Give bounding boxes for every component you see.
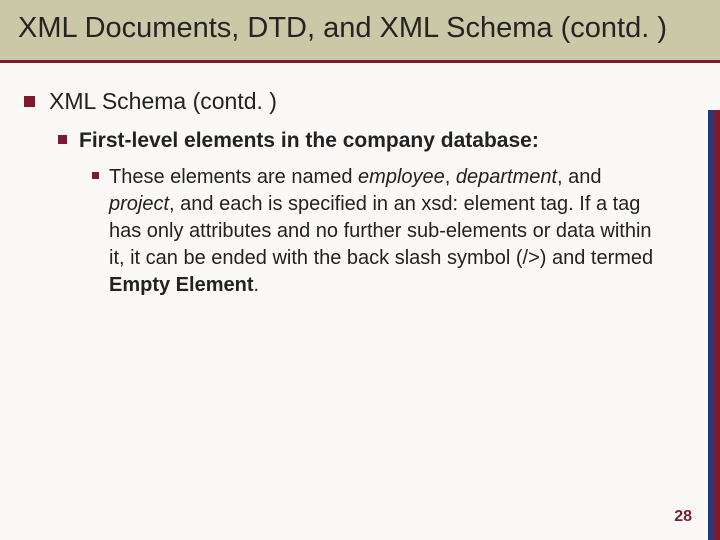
body-area: XML Schema (contd. ) First-level element… xyxy=(0,63,720,298)
square-bullet-icon xyxy=(58,135,67,144)
slide: XML Documents, DTD, and XML Schema (cont… xyxy=(0,0,720,540)
text-fragment: , and xyxy=(557,166,601,188)
page-number: 28 xyxy=(674,508,692,526)
level3-text: These elements are named employee, depar… xyxy=(109,164,669,298)
slide-title: XML Documents, DTD, and XML Schema (cont… xyxy=(18,10,702,46)
square-bullet-icon xyxy=(92,172,99,179)
text-fragment: , xyxy=(445,166,456,188)
text-fragment: These elements are named xyxy=(109,166,358,188)
italic-term: employee xyxy=(358,166,445,188)
level2-text: First-level elements in the company data… xyxy=(79,127,539,154)
bullet-level3: These elements are named employee, depar… xyxy=(92,164,696,298)
text-fragment: , and each is specified in an xsd: eleme… xyxy=(109,193,653,269)
bullet-level2: First-level elements in the company data… xyxy=(58,127,696,154)
text-fragment: . xyxy=(253,274,259,296)
level1-text: XML Schema (contd. ) xyxy=(49,87,277,117)
square-bullet-icon xyxy=(24,96,35,107)
right-accent-bars xyxy=(714,110,720,540)
bold-term: Empty Element xyxy=(109,274,253,296)
title-band: XML Documents, DTD, and XML Schema (cont… xyxy=(0,0,720,60)
bullet-level1: XML Schema (contd. ) xyxy=(24,87,696,117)
italic-term: project xyxy=(109,193,169,215)
italic-term: department xyxy=(456,166,557,188)
